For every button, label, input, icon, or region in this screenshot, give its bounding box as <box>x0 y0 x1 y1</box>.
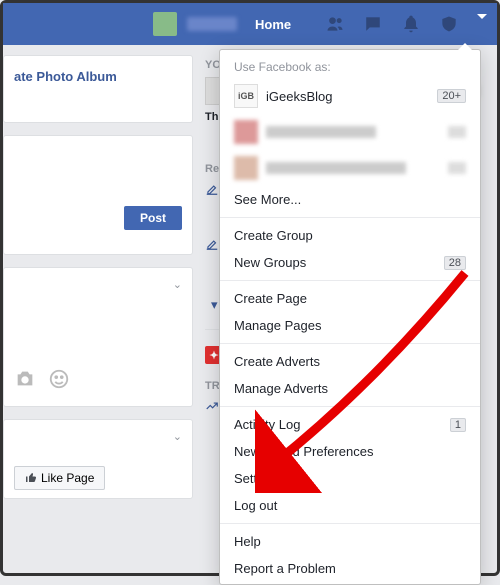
create-page-item[interactable]: Create Page <box>220 285 480 312</box>
create-album-link[interactable]: ate Photo Album <box>14 69 117 84</box>
page-badge: 20+ <box>437 89 466 103</box>
post-button[interactable]: Post <box>124 206 182 230</box>
news-feed-prefs-item[interactable]: News Feed Preferences <box>220 438 480 465</box>
manage-adverts-item[interactable]: Manage Adverts <box>220 375 480 402</box>
home-link[interactable]: Home <box>255 17 291 32</box>
activity-log-item[interactable]: Activity Log1 <box>220 411 480 438</box>
blurred-thumb <box>234 120 258 144</box>
help-item[interactable]: Help <box>220 528 480 555</box>
profile-name-blurred[interactable] <box>187 17 237 31</box>
logout-item[interactable]: Log out <box>220 492 480 519</box>
messages-icon[interactable] <box>363 14 383 34</box>
page-name: iGeeksBlog <box>266 89 332 104</box>
like-page-label: Like Page <box>41 471 94 485</box>
emoji-icon[interactable] <box>48 368 70 390</box>
left-column: ate Photo Album Post ⌄ ⌄ Like Page <box>3 55 193 511</box>
switch-page-item[interactable]: iGB iGeeksBlog 20+ <box>220 78 480 114</box>
dropdown-use-as-label: Use Facebook as: <box>220 56 480 78</box>
create-group-item[interactable]: Create Group <box>220 222 480 249</box>
top-navbar: Home <box>3 3 497 45</box>
see-more-item[interactable]: See More... <box>220 186 480 213</box>
trending-icon <box>205 399 219 413</box>
friend-requests-icon[interactable] <box>325 14 345 34</box>
switch-page-item-3[interactable] <box>220 150 480 186</box>
profile-avatar[interactable] <box>153 12 177 36</box>
manage-pages-item[interactable]: Manage Pages <box>220 312 480 339</box>
dropdown-separator-4 <box>220 406 480 407</box>
edit-icon-2 <box>205 237 219 251</box>
dropdown-separator-2 <box>220 280 480 281</box>
dropdown-separator-5 <box>220 523 480 524</box>
new-groups-badge: 28 <box>444 256 466 270</box>
dropdown-separator-3 <box>220 343 480 344</box>
notifications-icon[interactable] <box>401 14 421 34</box>
page-icon: iGB <box>234 84 258 108</box>
activity-badge: 1 <box>450 418 466 432</box>
account-dropdown: Use Facebook as: iGB iGeeksBlog 20+ See … <box>219 49 481 585</box>
account-menu-caret-icon[interactable] <box>477 14 487 19</box>
switch-page-item-2[interactable] <box>220 114 480 150</box>
create-adverts-item[interactable]: Create Adverts <box>220 348 480 375</box>
edit-icon <box>205 182 219 196</box>
collapse-chevron-icon-2[interactable]: ⌄ <box>173 430 182 443</box>
settings-item[interactable]: Settings <box>220 465 480 492</box>
dropdown-separator <box>220 217 480 218</box>
blurred-thumb-2 <box>234 156 258 180</box>
new-groups-item[interactable]: New Groups28 <box>220 249 480 276</box>
collapse-chevron-icon[interactable]: ⌄ <box>173 278 182 291</box>
camera-icon[interactable] <box>14 368 36 390</box>
thumbs-up-icon <box>25 472 37 484</box>
report-problem-item[interactable]: Report a Problem <box>220 555 480 582</box>
privacy-icon[interactable] <box>439 14 459 34</box>
like-page-button[interactable]: Like Page <box>14 466 105 490</box>
